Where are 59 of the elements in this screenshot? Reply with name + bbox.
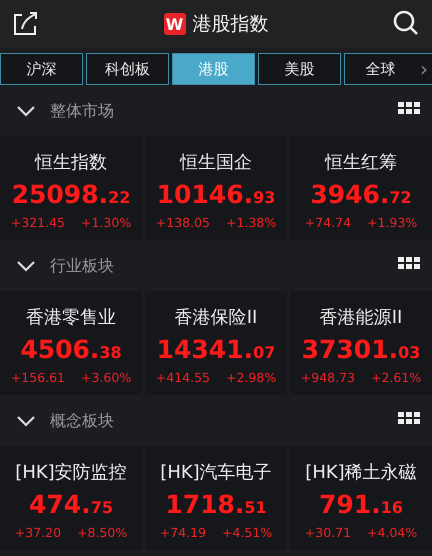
market-tab[interactable]: 沪深 [0,53,83,85]
change-value: +37.20 [14,525,62,540]
index-card[interactable]: 恒生指数 25098.22 +321.45 +1.30% [0,136,142,240]
search-icon[interactable] [392,9,420,37]
index-price: 10146.93 [156,180,276,209]
index-name: 香港能源II [320,306,402,329]
section-title: 概念板块 [50,410,115,432]
change-value: +30.71 [304,525,352,540]
chevron-down-icon[interactable] [16,415,36,427]
index-price: 4506.38 [20,335,122,364]
change-value: +321.45 [10,215,66,230]
index-card[interactable]: [HK]汽车电子 1718.51 +74.19 +4.51% [145,446,287,550]
change-percent: +3.60% [81,370,132,385]
index-card[interactable]: 香港保险II 14341.07 +414.55 +2.98% [145,291,287,395]
app-logo: W [164,13,186,35]
chevron-down-icon[interactable] [16,260,36,272]
change-value: +74.74 [304,215,352,230]
index-name: 香港零售业 [26,306,116,329]
change-percent: +1.93% [367,215,418,230]
section-title: 行业板块 [50,256,115,276]
index-name: [HK]安防监控 [15,461,127,484]
index-price: 37301.03 [302,335,420,364]
market-tab[interactable]: 美股 [258,53,341,85]
index-name: 恒生指数 [35,151,107,174]
index-card[interactable]: 香港零售业 4506.38 +156.61 +3.60% [0,291,142,395]
change-value: +948.73 [300,370,356,385]
index-card[interactable]: 香港能源II 37301.03 +948.73 +2.61% [290,291,432,395]
index-name: [HK]稀土永磁 [305,461,417,484]
index-price: 791.16 [319,490,403,519]
page-title: 港股指数 [192,12,268,37]
index-price: 25098.22 [12,180,130,209]
market-tab[interactable]: 全球 [344,53,416,85]
change-percent: +8.50% [77,525,128,540]
change-value: +74.19 [160,525,206,540]
index-card[interactable]: 恒生红筹 3946.72 +74.74 +1.93% [290,136,432,240]
change-percent: +4.51% [222,525,272,540]
index-name: [HK]汽车电子 [160,461,272,484]
change-percent: +1.38% [226,215,276,230]
share-icon[interactable] [12,9,40,37]
chevron-down-icon[interactable] [16,105,36,117]
change-percent: +2.61% [371,370,422,385]
change-percent: +1.30% [81,215,132,230]
change-percent: +4.04% [367,525,418,540]
index-name: 恒生红筹 [325,151,397,174]
index-price: 14341.07 [156,335,276,364]
change-percent: +2.98% [226,370,276,385]
index-name: 香港保险II [174,306,258,329]
change-value: +414.55 [156,370,210,385]
index-price: 1718.51 [165,490,267,519]
section-title: 整体市场 [50,100,115,122]
market-tab[interactable]: 科创板 [86,53,169,85]
index-price: 3946.72 [310,180,412,209]
index-name: 恒生国企 [180,151,252,174]
index-price: 474.75 [29,490,113,519]
index-card[interactable]: [HK]安防监控 474.75 +37.20 +8.50% [0,446,142,550]
index-card[interactable]: [HK]稀土永磁 791.16 +30.71 +4.04% [290,446,432,550]
change-value: +138.05 [156,215,210,230]
change-value: +156.61 [10,370,66,385]
index-card[interactable]: 恒生国企 10146.93 +138.05 +1.38% [145,136,287,240]
